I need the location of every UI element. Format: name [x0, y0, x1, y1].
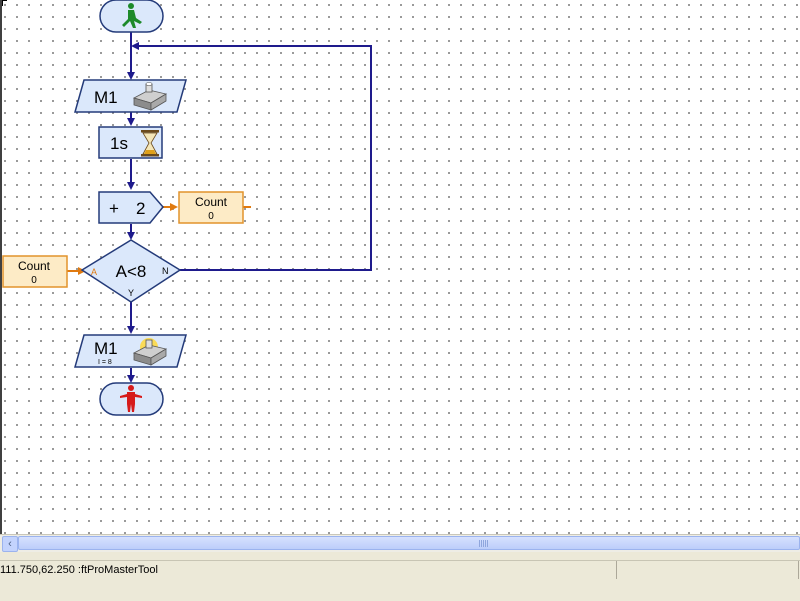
status-text: 111.750,62.250 :ftProMasterTool: [0, 561, 617, 579]
branch-condition: A<8: [116, 262, 147, 281]
branch-no-label: N: [162, 266, 169, 276]
scrollbar-grip-icon: [479, 540, 488, 547]
wait-block[interactable]: 1s: [98, 126, 163, 159]
branch-yes-label: Y: [128, 288, 134, 298]
count-right-value: 0: [208, 211, 214, 222]
stop-block[interactable]: [99, 382, 164, 416]
branch-block[interactable]: A<8 A Y N: [80, 239, 182, 303]
wait-label: 1s: [110, 134, 128, 153]
scroll-left-button[interactable]: ‹: [2, 536, 18, 552]
status-pane-2: [618, 561, 799, 579]
motor-output-2-label: M1: [94, 339, 118, 358]
count-variable-left[interactable]: Count 0: [2, 255, 68, 288]
count-variable-right[interactable]: Count 0: [178, 191, 244, 224]
count-left-value: 0: [31, 275, 37, 286]
branch-input-label: A: [91, 267, 97, 277]
motor-output-2-sub: I = 8: [98, 359, 112, 366]
motor-output-block-1[interactable]: M1: [74, 79, 187, 113]
motor-output-block-2[interactable]: M1 I = 8: [74, 334, 187, 368]
start-block[interactable]: [99, 0, 164, 33]
count-right-name: Count: [195, 195, 228, 209]
flowchart-canvas[interactable]: M1 1s + 2 Count 0 Count 0 A<8 A Y N M1 I…: [0, 0, 800, 534]
add-block[interactable]: + 2: [98, 191, 164, 224]
count-left-name: Count: [18, 259, 51, 273]
frame-gap: [0, 552, 800, 560]
scrollbar-thumb[interactable]: [18, 536, 800, 550]
horizontal-scrollbar[interactable]: ‹: [0, 534, 800, 552]
status-bottom-strip: [0, 580, 800, 601]
add-operator: +: [109, 199, 119, 218]
add-value: 2: [136, 199, 145, 218]
motor-output-1-label: M1: [94, 88, 118, 107]
status-bar: 111.750,62.250 :ftProMasterTool: [0, 560, 800, 601]
